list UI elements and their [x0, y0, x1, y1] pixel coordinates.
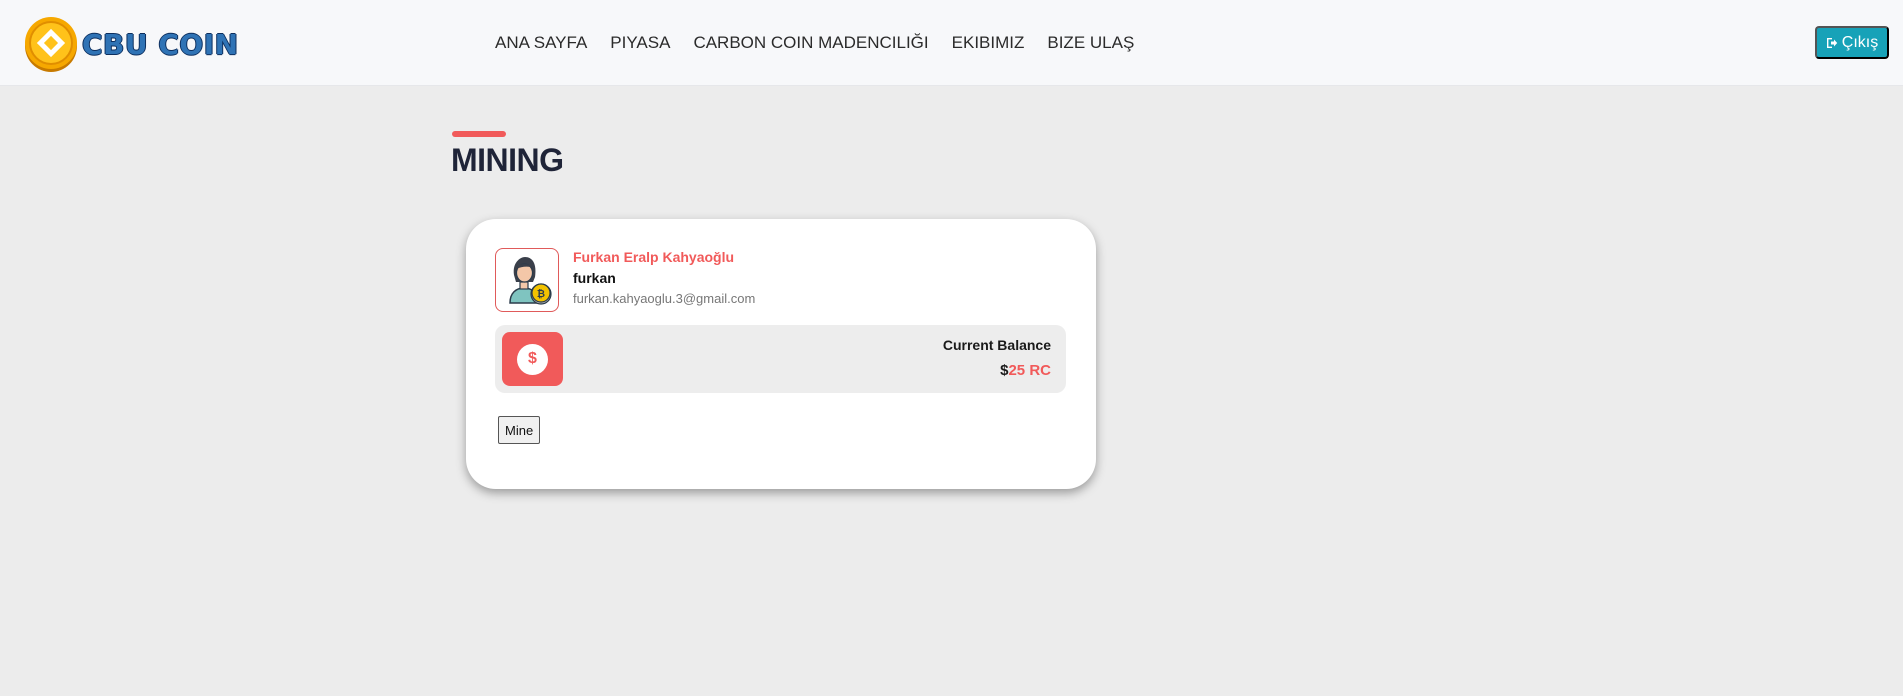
logout-label: Çıkış [1841, 33, 1879, 51]
user-full-name: Furkan Eralp Kahyaoğlu [573, 249, 735, 265]
balance-amount: 25 RC [1008, 362, 1051, 379]
brand-logo-link[interactable]: CBU COIN [24, 15, 239, 73]
dollar-icon: $ [517, 343, 548, 375]
title-accent-bar [452, 131, 506, 137]
dollar-tile: $ [502, 332, 563, 386]
nav-item-carbon-coin-madenciligi[interactable]: CARBON COIN MADENCILIĞI [693, 32, 928, 54]
navbar: CBU COIN ANA SAYFA PIYASA CARBON COIN MA… [0, 0, 1903, 86]
page-title: MINING [451, 142, 564, 178]
balance-value: $25 RC [1000, 362, 1051, 379]
user-username: furkan [573, 270, 616, 286]
svg-text:₿: ₿ [537, 288, 545, 300]
nav-item-ekibimiz[interactable]: EKIBIMIZ [952, 32, 1025, 54]
mining-card: ₿ Furkan Eralp Kahyaoğlu furkan furkan.k… [466, 219, 1096, 489]
nav-item-bize-ulas[interactable]: BIZE ULAŞ [1047, 32, 1134, 54]
balance-label: Current Balance [942, 337, 1051, 353]
balance-panel: $ Current Balance $25 RC [495, 325, 1066, 393]
sign-out-icon [1826, 37, 1837, 48]
user-avatar: ₿ [495, 248, 559, 312]
user-bitcoin-avatar-icon: ₿ [509, 257, 552, 305]
mine-button[interactable]: Mine [498, 416, 541, 444]
logout-button[interactable]: Çıkış [1815, 26, 1889, 59]
brand-name: CBU COIN [82, 27, 239, 61]
nav-item-ana-sayfa[interactable]: ANA SAYFA [495, 32, 587, 54]
nav-item-piyasa[interactable]: PIYASA [610, 32, 670, 54]
coin-logo-icon [25, 17, 77, 72]
main-nav: ANA SAYFA PIYASA CARBON COIN MADENCILIĞI… [495, 32, 1157, 54]
user-email: furkan.kahyaoglu.3@gmail.com [573, 291, 756, 306]
